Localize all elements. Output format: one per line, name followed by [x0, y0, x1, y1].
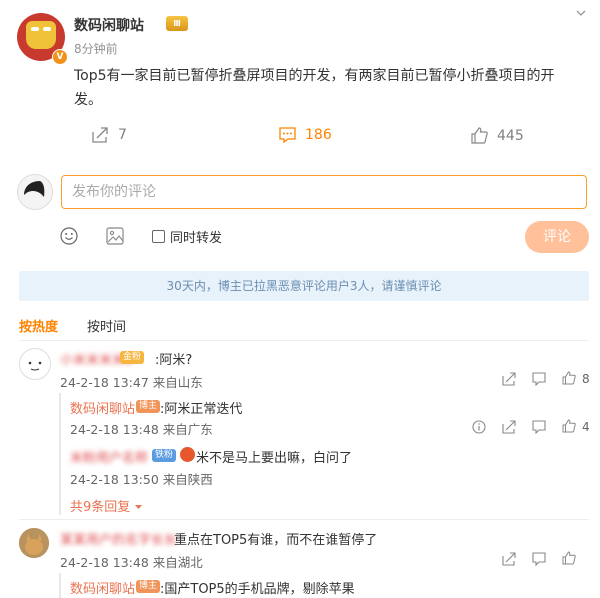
share-icon[interactable]: [502, 420, 516, 434]
info-icon[interactable]: [472, 420, 486, 434]
reply-icon[interactable]: [532, 420, 546, 434]
more-replies-label: 共9条回复: [70, 500, 131, 515]
verified-badge: V: [52, 49, 68, 65]
sort-divider: [19, 340, 589, 341]
comment-button[interactable]: 186: [279, 127, 332, 143]
share-icon: [92, 127, 108, 143]
author-badge: 博主: [136, 400, 161, 413]
default-avatar-icon: [18, 175, 52, 209]
reply-username[interactable]: 米粉用户名称: [70, 447, 148, 466]
reply-text: 米不是马上要出嘛，白问了: [196, 451, 353, 466]
reply-meta: 24-2-18 13:48 来自广东: [70, 422, 213, 437]
avatar-eye-right: [43, 27, 51, 31]
reply-username[interactable]: 数码闲聊站: [70, 398, 135, 417]
sort-by-hot-tab[interactable]: 按热度: [19, 316, 58, 335]
share-count: 7: [118, 127, 127, 143]
avatar-eye-left: [31, 27, 39, 31]
post-text: Top5有一家目前已暂停折叠屏项目的开发，有两家目前已暂停小折叠项目的开发。: [74, 68, 555, 108]
reply-text: :阿米正常迭代: [160, 402, 243, 417]
comment-like-count: 8: [582, 372, 590, 386]
reply-like-count: 4: [582, 420, 590, 434]
image-icon[interactable]: [106, 227, 124, 245]
reply-thread-line: [59, 393, 61, 515]
comment-count: 186: [305, 127, 332, 143]
emoji-icon[interactable]: [60, 227, 78, 245]
comment-divider: [19, 519, 589, 520]
comment-meta: 24-2-18 13:47 来自山东: [60, 375, 203, 390]
share-icon[interactable]: [502, 552, 516, 566]
comment-username[interactable]: 某某用户的名字长长: [60, 529, 177, 548]
comment-input[interactable]: [61, 175, 587, 209]
thumbs-up-icon[interactable]: [562, 551, 576, 565]
thumbs-up-icon[interactable]: [562, 371, 576, 385]
post-author-name[interactable]: 数码闲聊站: [74, 15, 144, 35]
comment-text: :阿米?: [155, 353, 193, 368]
current-user-avatar: [17, 174, 53, 210]
post-time[interactable]: 8分钟前: [74, 40, 118, 57]
sort-by-time-tab[interactable]: 按时间: [87, 316, 126, 335]
comment-text: 重点在TOP5有谁，而不在谁暂停了: [174, 533, 378, 548]
author-badge: 博主: [136, 580, 161, 593]
forward-checkbox[interactable]: [152, 230, 165, 243]
reply-icon[interactable]: [532, 372, 546, 386]
submit-comment-button[interactable]: 评论: [525, 221, 589, 253]
more-replies-link[interactable]: 共9条回复: [70, 496, 143, 515]
like-count: 445: [497, 127, 524, 144]
avatar-face: [26, 21, 56, 49]
caret-down-icon: [135, 505, 143, 509]
reply-meta: 24-2-18 13:50 来自陕西: [70, 472, 213, 487]
reply-icon[interactable]: [532, 552, 546, 566]
fan-level-badge[interactable]: Ⅲ: [166, 16, 188, 31]
reply-username[interactable]: 数码闲聊站: [70, 578, 135, 597]
comment-icon: [279, 127, 296, 143]
like-button[interactable]: 445: [471, 127, 524, 144]
iron-fan-badge: 铁粉: [152, 449, 177, 462]
reply-text: :国产TOP5的手机品牌，剔除苹果: [160, 582, 355, 597]
forward-label[interactable]: 同时转发: [170, 227, 222, 246]
reply-thread-line: [59, 573, 61, 598]
comment-meta: 24-2-18 13:48 来自湖北: [60, 555, 203, 570]
thumbs-up-icon[interactable]: [562, 419, 576, 433]
smile-avatar-icon: [28, 361, 42, 371]
share-button[interactable]: 7: [92, 127, 127, 143]
emoji-sticker-icon: [180, 447, 195, 462]
comment-avatar[interactable]: [19, 348, 51, 380]
cat-avatar-icon: [19, 528, 49, 558]
thumbs-up-icon: [471, 127, 488, 144]
chevron-down-icon[interactable]: [575, 7, 587, 19]
comment-avatar[interactable]: [19, 528, 49, 558]
blacklist-notice: 30天内，博主已拉黑恶意评论用户3人，请谨慎评论: [19, 271, 589, 301]
fan-badge: 金粉: [120, 351, 145, 364]
share-icon[interactable]: [502, 372, 516, 386]
